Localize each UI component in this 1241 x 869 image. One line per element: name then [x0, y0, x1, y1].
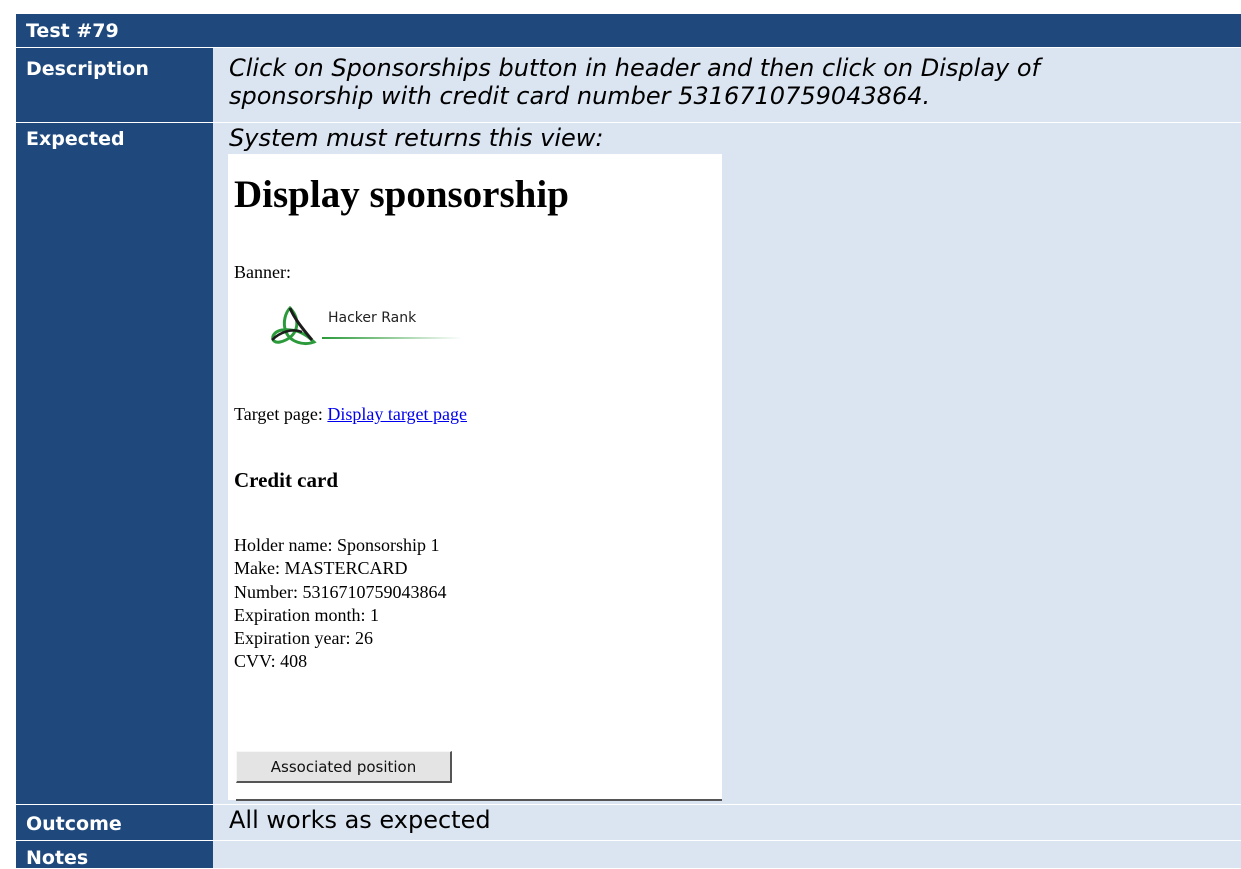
row-divider	[16, 122, 1241, 123]
outcome-text: All works as expected	[229, 806, 491, 834]
row-divider	[16, 47, 1241, 48]
expected-intro: System must returns this view:	[229, 124, 604, 152]
row-divider	[16, 840, 1241, 841]
expiration-month: Expiration month: 1	[234, 604, 379, 625]
target-page-label: Target page:	[234, 404, 323, 424]
trinity-knot-icon	[271, 305, 317, 346]
display-target-page-link[interactable]: Display target page	[327, 404, 467, 424]
expected-label: Expected	[26, 128, 125, 150]
screenshot-bottom-border	[236, 799, 722, 801]
outcome-label: Outcome	[26, 813, 122, 835]
banner-brand: Hacker Rank	[328, 310, 417, 326]
label-column	[16, 47, 213, 868]
holder-name: Holder name: Sponsorship 1	[234, 535, 440, 555]
notes-label: Notes	[26, 847, 89, 869]
associated-position-button[interactable]: Associated position	[236, 751, 452, 783]
credit-card-details: Holder name: Sponsorship 1 Make: MASTERC…	[234, 534, 446, 674]
banner-image: Hacker Rank	[268, 302, 468, 352]
page-title: Display sponsorship	[234, 173, 569, 216]
banner-label: Banner:	[234, 262, 291, 282]
expected-view-screenshot: Display sponsorship Banner: Hacker Rank …	[228, 154, 722, 800]
description-line: sponsorship with credit card number 5316…	[229, 82, 931, 110]
description-text: Click on Sponsorships button in header a…	[229, 54, 1040, 110]
banner-underline	[322, 337, 462, 339]
test-title: Test #79	[26, 20, 119, 42]
description-line: Click on Sponsorships button in header a…	[229, 54, 1040, 82]
credit-card-heading: Credit card	[234, 468, 339, 492]
test-case-table: Test #79 Description Expected Outcome No…	[16, 14, 1241, 869]
description-label: Description	[26, 58, 149, 80]
card-number: Number: 5316710759043864	[234, 581, 447, 602]
card-make: Make: MASTERCARD	[234, 558, 408, 579]
row-divider	[16, 804, 1241, 805]
expiration-year: Expiration year: 26	[234, 628, 373, 649]
test-header-row: Test #79	[16, 14, 1241, 47]
cvv: CVV: 408	[234, 651, 308, 672]
target-page-row: Target page: Display target page	[234, 404, 467, 425]
